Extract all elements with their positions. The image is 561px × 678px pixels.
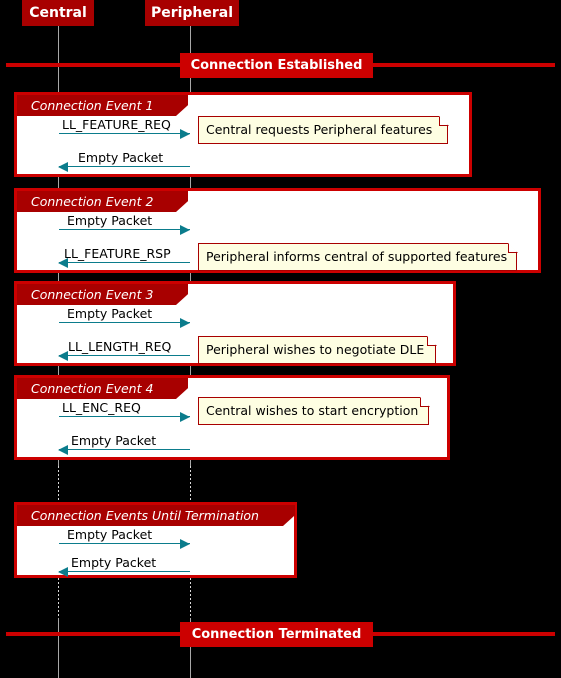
group-header-connection-event-2: Connection Event 2 (17, 191, 188, 212)
arrow-head-empty-packet-3 (180, 318, 190, 328)
message-label-ll-length-req: LL_LENGTH_REQ (68, 339, 172, 354)
lifeline-central-segment-1 (58, 466, 59, 502)
lifeline-central-segment-2 (58, 578, 59, 618)
message-label-empty-packet-2: Empty Packet (67, 213, 153, 228)
arrow-head-ll-enc-req (180, 412, 190, 422)
arrow-head-empty-packet-4 (58, 445, 68, 455)
message-line-ll-enc-req (59, 416, 190, 417)
note-peripheral-dle: Peripheral wishes to negotiate DLE (198, 336, 436, 364)
message-line-empty-packet-5 (59, 543, 190, 544)
message-line-empty-packet-4 (59, 449, 190, 450)
arrow-head-empty-packet-2 (180, 225, 190, 235)
participant-central[interactable]: Central (22, 0, 94, 26)
message-line-empty-packet-1 (59, 166, 190, 167)
arrow-head-empty-packet-6 (58, 567, 68, 577)
message-label-empty-packet-5: Empty Packet (67, 527, 153, 542)
connection-terminated-label: Connection Terminated (180, 622, 373, 647)
lifeline-peripheral-segment-2 (190, 578, 191, 618)
participant-peripheral[interactable]: Peripheral (145, 0, 239, 26)
group-header-connection-event-3: Connection Event 3 (17, 284, 188, 305)
arrow-head-empty-packet-5 (180, 539, 190, 549)
message-line-ll-feature-req (59, 133, 190, 134)
group-header-connection-event-4: Connection Event 4 (17, 378, 188, 399)
message-label-empty-packet-4: Empty Packet (71, 433, 157, 448)
lifeline-peripheral-segment-1 (190, 466, 191, 502)
arrow-head-ll-feature-req (180, 129, 190, 139)
lifeline-central-segment-3 (58, 618, 59, 678)
connection-established-label: Connection Established (180, 53, 373, 78)
group-header-connection-event-1: Connection Event 1 (17, 95, 188, 116)
message-line-empty-packet-2 (59, 229, 190, 230)
message-label-ll-feature-rsp: LL_FEATURE_RSP (64, 246, 171, 261)
arrow-head-empty-packet-1 (58, 162, 68, 172)
arrow-head-ll-length-req (58, 351, 68, 361)
note-central-requests-features: Central requests Peripheral features (198, 116, 448, 144)
message-label-empty-packet-6: Empty Packet (71, 555, 157, 570)
message-label-empty-packet-1: Empty Packet (78, 150, 164, 165)
message-line-ll-length-req (59, 355, 190, 356)
message-line-ll-feature-rsp (59, 262, 190, 263)
note-peripheral-informs-features: Peripheral informs central of supported … (198, 243, 517, 271)
group-header-connection-events-until-termination: Connection Events Until Termination (17, 505, 295, 526)
message-label-ll-enc-req: LL_ENC_REQ (62, 400, 141, 415)
sequence-diagram: Central Peripheral Connection Established C… (0, 0, 561, 678)
message-line-empty-packet-3 (59, 322, 190, 323)
note-central-encryption: Central wishes to start encryption (198, 397, 429, 425)
message-line-empty-packet-6 (59, 571, 190, 572)
message-label-empty-packet-3: Empty Packet (67, 306, 153, 321)
message-label-ll-feature-req: LL_FEATURE_REQ (62, 117, 171, 132)
